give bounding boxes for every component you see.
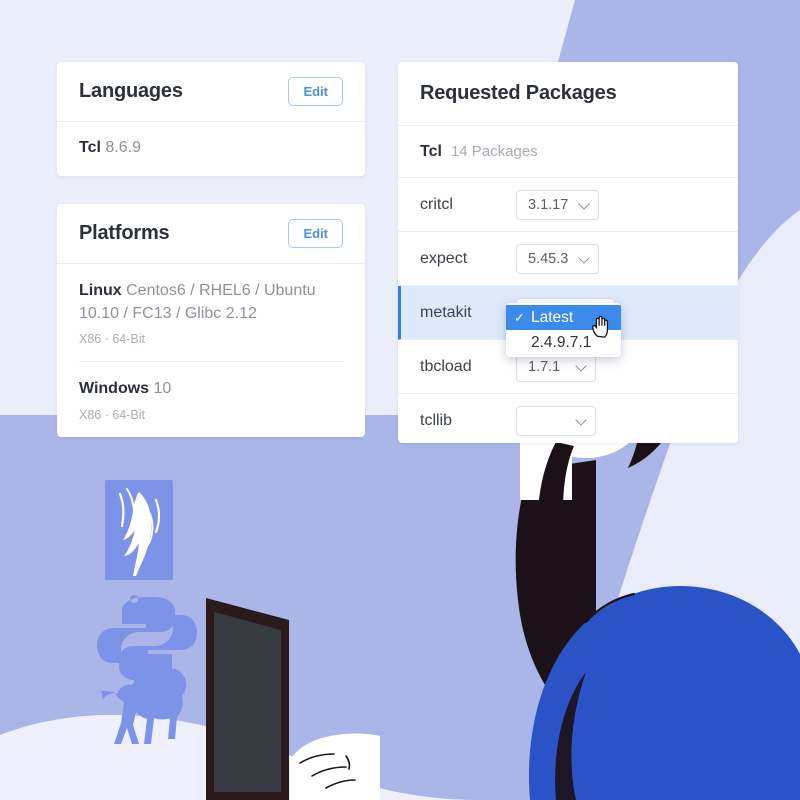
languages-card-header: Languages Edit bbox=[57, 62, 365, 122]
tcl-feather-logo bbox=[105, 480, 173, 580]
package-version-select[interactable]: 5.45.3 bbox=[516, 243, 600, 274]
platform-detail: 10 bbox=[153, 380, 172, 398]
languages-card: Languages Edit Tcl 8.6.9 bbox=[57, 62, 365, 176]
package-name: critcl bbox=[420, 195, 453, 213]
platforms-card-header: Platforms Edit bbox=[57, 204, 365, 264]
dropdown-option-label: Latest bbox=[531, 308, 574, 326]
packages-panel-header: Requested Packages bbox=[398, 62, 738, 126]
platforms-edit-button[interactable]: Edit bbox=[288, 219, 343, 248]
package-version-select[interactable]: 3.1.17 bbox=[516, 189, 600, 220]
platforms-card: Platforms Edit Linux Centos6 / RHEL6 / U… bbox=[57, 204, 365, 438]
platform-name: Linux bbox=[79, 282, 122, 299]
package-name: metakit bbox=[420, 303, 472, 321]
computer-monitor bbox=[206, 598, 289, 800]
package-group-header: Tcl 14 Packages bbox=[398, 126, 738, 178]
dropdown-option-latest[interactable]: ✓ Latest bbox=[506, 305, 621, 330]
packages-panel-title: Requested Packages bbox=[420, 82, 617, 104]
dropdown-option-label: 2.4.9.7.1 bbox=[531, 333, 592, 351]
package-name: tcllib bbox=[420, 411, 453, 429]
package-name: tbcload bbox=[420, 357, 472, 375]
platform-name: Windows bbox=[79, 380, 150, 398]
language-name: Tcl bbox=[79, 139, 101, 156]
platform-row: Windows 10 X86 · 64-Bit bbox=[79, 362, 343, 437]
platform-row-main: Windows 10 bbox=[79, 378, 343, 401]
languages-card-title: Languages bbox=[79, 80, 183, 102]
package-row-expect[interactable]: expect 5.45.3 bbox=[398, 232, 738, 286]
package-group-count: 14 Packages bbox=[450, 143, 538, 160]
package-group-name: Tcl bbox=[420, 142, 442, 160]
platforms-card-body: Linux Centos6 / RHEL6 / Ubuntu 10.10 / F… bbox=[57, 264, 365, 437]
languages-card-body: Tcl 8.6.9 bbox=[57, 122, 365, 176]
version-dropdown-menu[interactable]: ✓ Latest ✓ 2.4.9.7.1 bbox=[506, 303, 621, 357]
package-version-value: 1.7.1 bbox=[528, 358, 561, 375]
platform-row-main: Linux Centos6 / RHEL6 / Ubuntu 10.10 / F… bbox=[79, 280, 343, 325]
languages-edit-button[interactable]: Edit bbox=[288, 77, 343, 106]
chevron-down-icon bbox=[580, 200, 589, 209]
check-icon: ✓ bbox=[514, 309, 525, 325]
platforms-card-title: Platforms bbox=[79, 222, 170, 244]
check-icon-placeholder: ✓ bbox=[514, 335, 531, 351]
platform-arch: X86 · 64-Bit bbox=[79, 332, 146, 347]
package-name: expect bbox=[420, 249, 468, 267]
package-row-critcl[interactable]: critcl 3.1.17 bbox=[398, 178, 738, 232]
chevron-down-icon bbox=[577, 416, 586, 425]
language-version: 8.6.9 bbox=[105, 139, 141, 156]
platform-row: Linux Centos6 / RHEL6 / Ubuntu 10.10 / F… bbox=[79, 264, 343, 363]
package-row-tcllib[interactable]: tcllib bbox=[398, 394, 738, 443]
dropdown-option-version[interactable]: ✓ 2.4.9.7.1 bbox=[506, 330, 621, 355]
screenshot-canvas: Languages Edit Tcl 8.6.9 Platforms Edit … bbox=[0, 0, 800, 800]
requested-packages-panel: Requested Packages Tcl 14 Packages critc… bbox=[398, 62, 738, 443]
language-row: Tcl 8.6.9 bbox=[79, 122, 343, 176]
chevron-down-icon bbox=[577, 362, 586, 371]
chevron-down-icon bbox=[580, 254, 589, 263]
package-version-select[interactable] bbox=[516, 405, 596, 436]
package-version-value: 5.45.3 bbox=[528, 250, 569, 267]
package-version-value: 3.1.17 bbox=[528, 196, 569, 213]
platform-arch: X86 · 64-Bit bbox=[79, 408, 146, 423]
